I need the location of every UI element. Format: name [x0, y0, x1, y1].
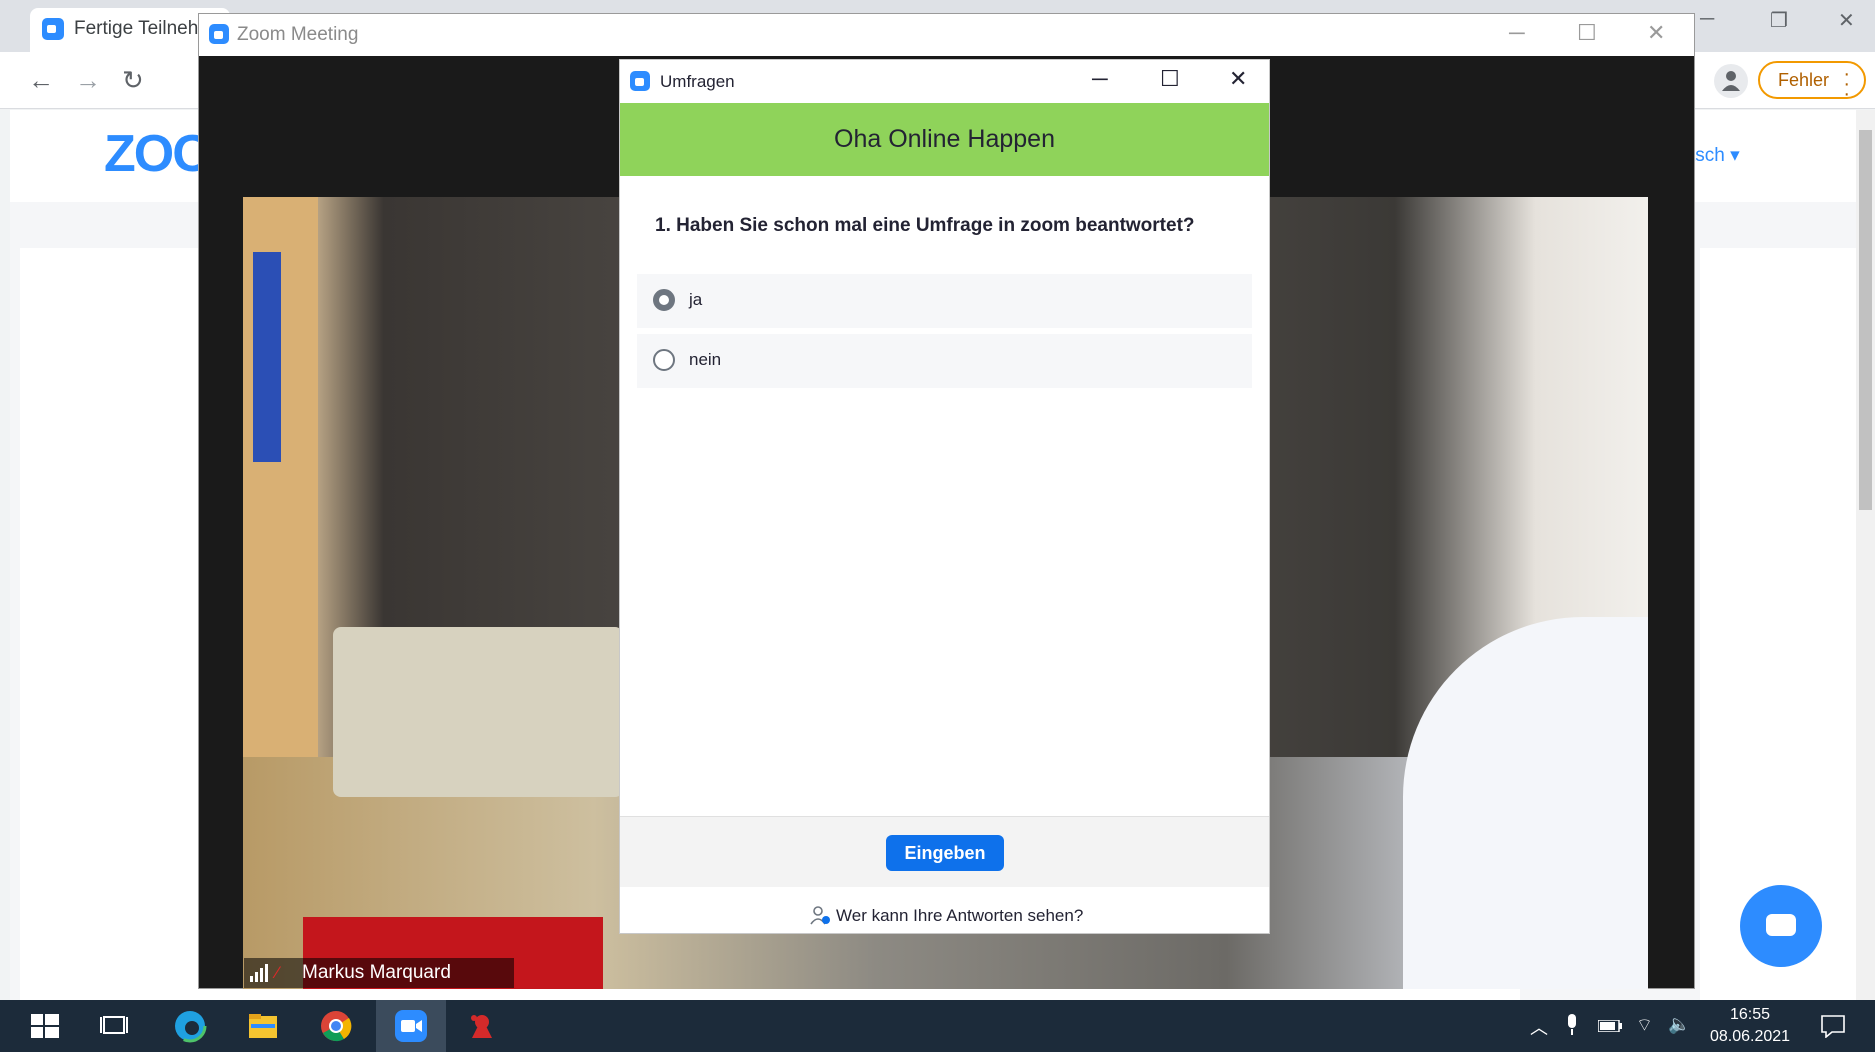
video-white-cloth [1403, 617, 1648, 989]
meeting-minimize-button[interactable]: ─ [1509, 20, 1525, 46]
poll-question: 1. Haben Sie schon mal eine Umfrage in z… [655, 215, 1195, 236]
participant-name: Markus Marquard [302, 962, 451, 983]
chat-support-button[interactable] [1740, 885, 1822, 967]
poll-option-label: ja [689, 290, 703, 309]
scrollbar-thumb[interactable] [1859, 130, 1872, 510]
poll-minimize-button[interactable]: ─ [1092, 66, 1108, 92]
zoom-logo[interactable]: ZOO [104, 124, 213, 184]
forward-button[interactable]: → [75, 62, 101, 98]
radio-selected-icon[interactable] [653, 289, 675, 311]
notification-center-icon[interactable] [1820, 1014, 1846, 1038]
submit-button-label: Eingeben [904, 843, 986, 863]
tray-expand-icon[interactable]: ︿ [1530, 1014, 1548, 1040]
person-info-icon [810, 906, 830, 925]
poll-option-nein[interactable]: nein [637, 334, 1252, 388]
mic-muted-icon: ⁄ [276, 963, 279, 982]
poll-banner: Oha Online Happen [620, 103, 1269, 176]
browser-restore-button[interactable]: ❐ [1770, 8, 1788, 33]
participant-name-tag: ⁄ Markus Marquard [244, 958, 514, 988]
video-sofa [333, 627, 623, 797]
wifi-icon[interactable]: ⌔ [1636, 1014, 1653, 1037]
clock-date: 08.06.2021 [1709, 1028, 1791, 1045]
video-binder [253, 252, 281, 462]
poll-option-label: nein [689, 350, 722, 369]
zoom-meeting-title: Zoom Meeting [237, 24, 359, 45]
poll-close-button[interactable]: ✕ [1229, 66, 1247, 92]
file-explorer-icon[interactable] [245, 1008, 281, 1044]
taskbar-clock[interactable]: 16:55 08.06.2021 [1700, 1004, 1800, 1048]
browser-close-button[interactable]: ✕ [1838, 8, 1855, 33]
kebab-menu-icon: · · · [1843, 63, 1850, 105]
meeting-maximize-button[interactable]: ☐ [1577, 20, 1597, 46]
microphone-icon[interactable] [1565, 1014, 1579, 1036]
volume-icon[interactable]: 🔈 [1668, 1014, 1690, 1035]
app-taskbar-icon[interactable] [464, 1008, 500, 1044]
profile-avatar[interactable] [1714, 64, 1748, 98]
poll-dialog [619, 59, 1270, 934]
reload-button[interactable]: ↻ [122, 62, 144, 98]
person-icon [1722, 71, 1740, 91]
edge-icon[interactable] [172, 1008, 208, 1044]
zoom-meeting-titlebar: Zoom Meeting ─ ☐ ✕ [199, 14, 1694, 56]
signal-strength-icon [250, 964, 268, 982]
chrome-icon[interactable] [318, 1008, 354, 1044]
windows-start-icon[interactable] [27, 1008, 63, 1044]
task-view-icon[interactable] [97, 1008, 133, 1044]
poll-maximize-button[interactable]: ☐ [1160, 66, 1180, 92]
windows-taskbar [0, 1000, 1875, 1052]
battery-icon[interactable] [1598, 1020, 1622, 1032]
zoom-taskbar-icon[interactable] [393, 1008, 429, 1044]
error-badge-label: Fehler [1778, 70, 1830, 90]
zoom-favicon-icon [42, 18, 64, 40]
browser-tab-title: Fertige Teilnehm [74, 18, 215, 39]
back-button[interactable]: ← [28, 62, 54, 98]
poll-window-title: Umfragen [660, 72, 735, 91]
submit-button[interactable]: Eingeben [886, 835, 1004, 871]
browser-error-badge[interactable]: Fehler · · · [1758, 61, 1866, 105]
clock-time: 16:55 [1729, 1006, 1771, 1023]
radio-unselected-icon[interactable] [653, 349, 675, 371]
meeting-close-button[interactable]: ✕ [1647, 20, 1665, 46]
poll-titlebar: Umfragen ─ ☐ ✕ [620, 60, 1269, 103]
poll-title: Oha Online Happen [834, 125, 1055, 153]
zoom-app-icon [209, 24, 229, 44]
privacy-info-label: Wer kann Ihre Antworten sehen? [836, 906, 1084, 925]
browser-minimize-button[interactable]: ─ [1700, 8, 1714, 31]
privacy-info-link[interactable]: Wer kann Ihre Antworten sehen? [620, 900, 1269, 932]
zoom-app-icon [630, 71, 650, 91]
poll-option-ja[interactable]: ja [637, 274, 1252, 328]
language-selector[interactable]: tsch ▾ [1690, 144, 1740, 167]
